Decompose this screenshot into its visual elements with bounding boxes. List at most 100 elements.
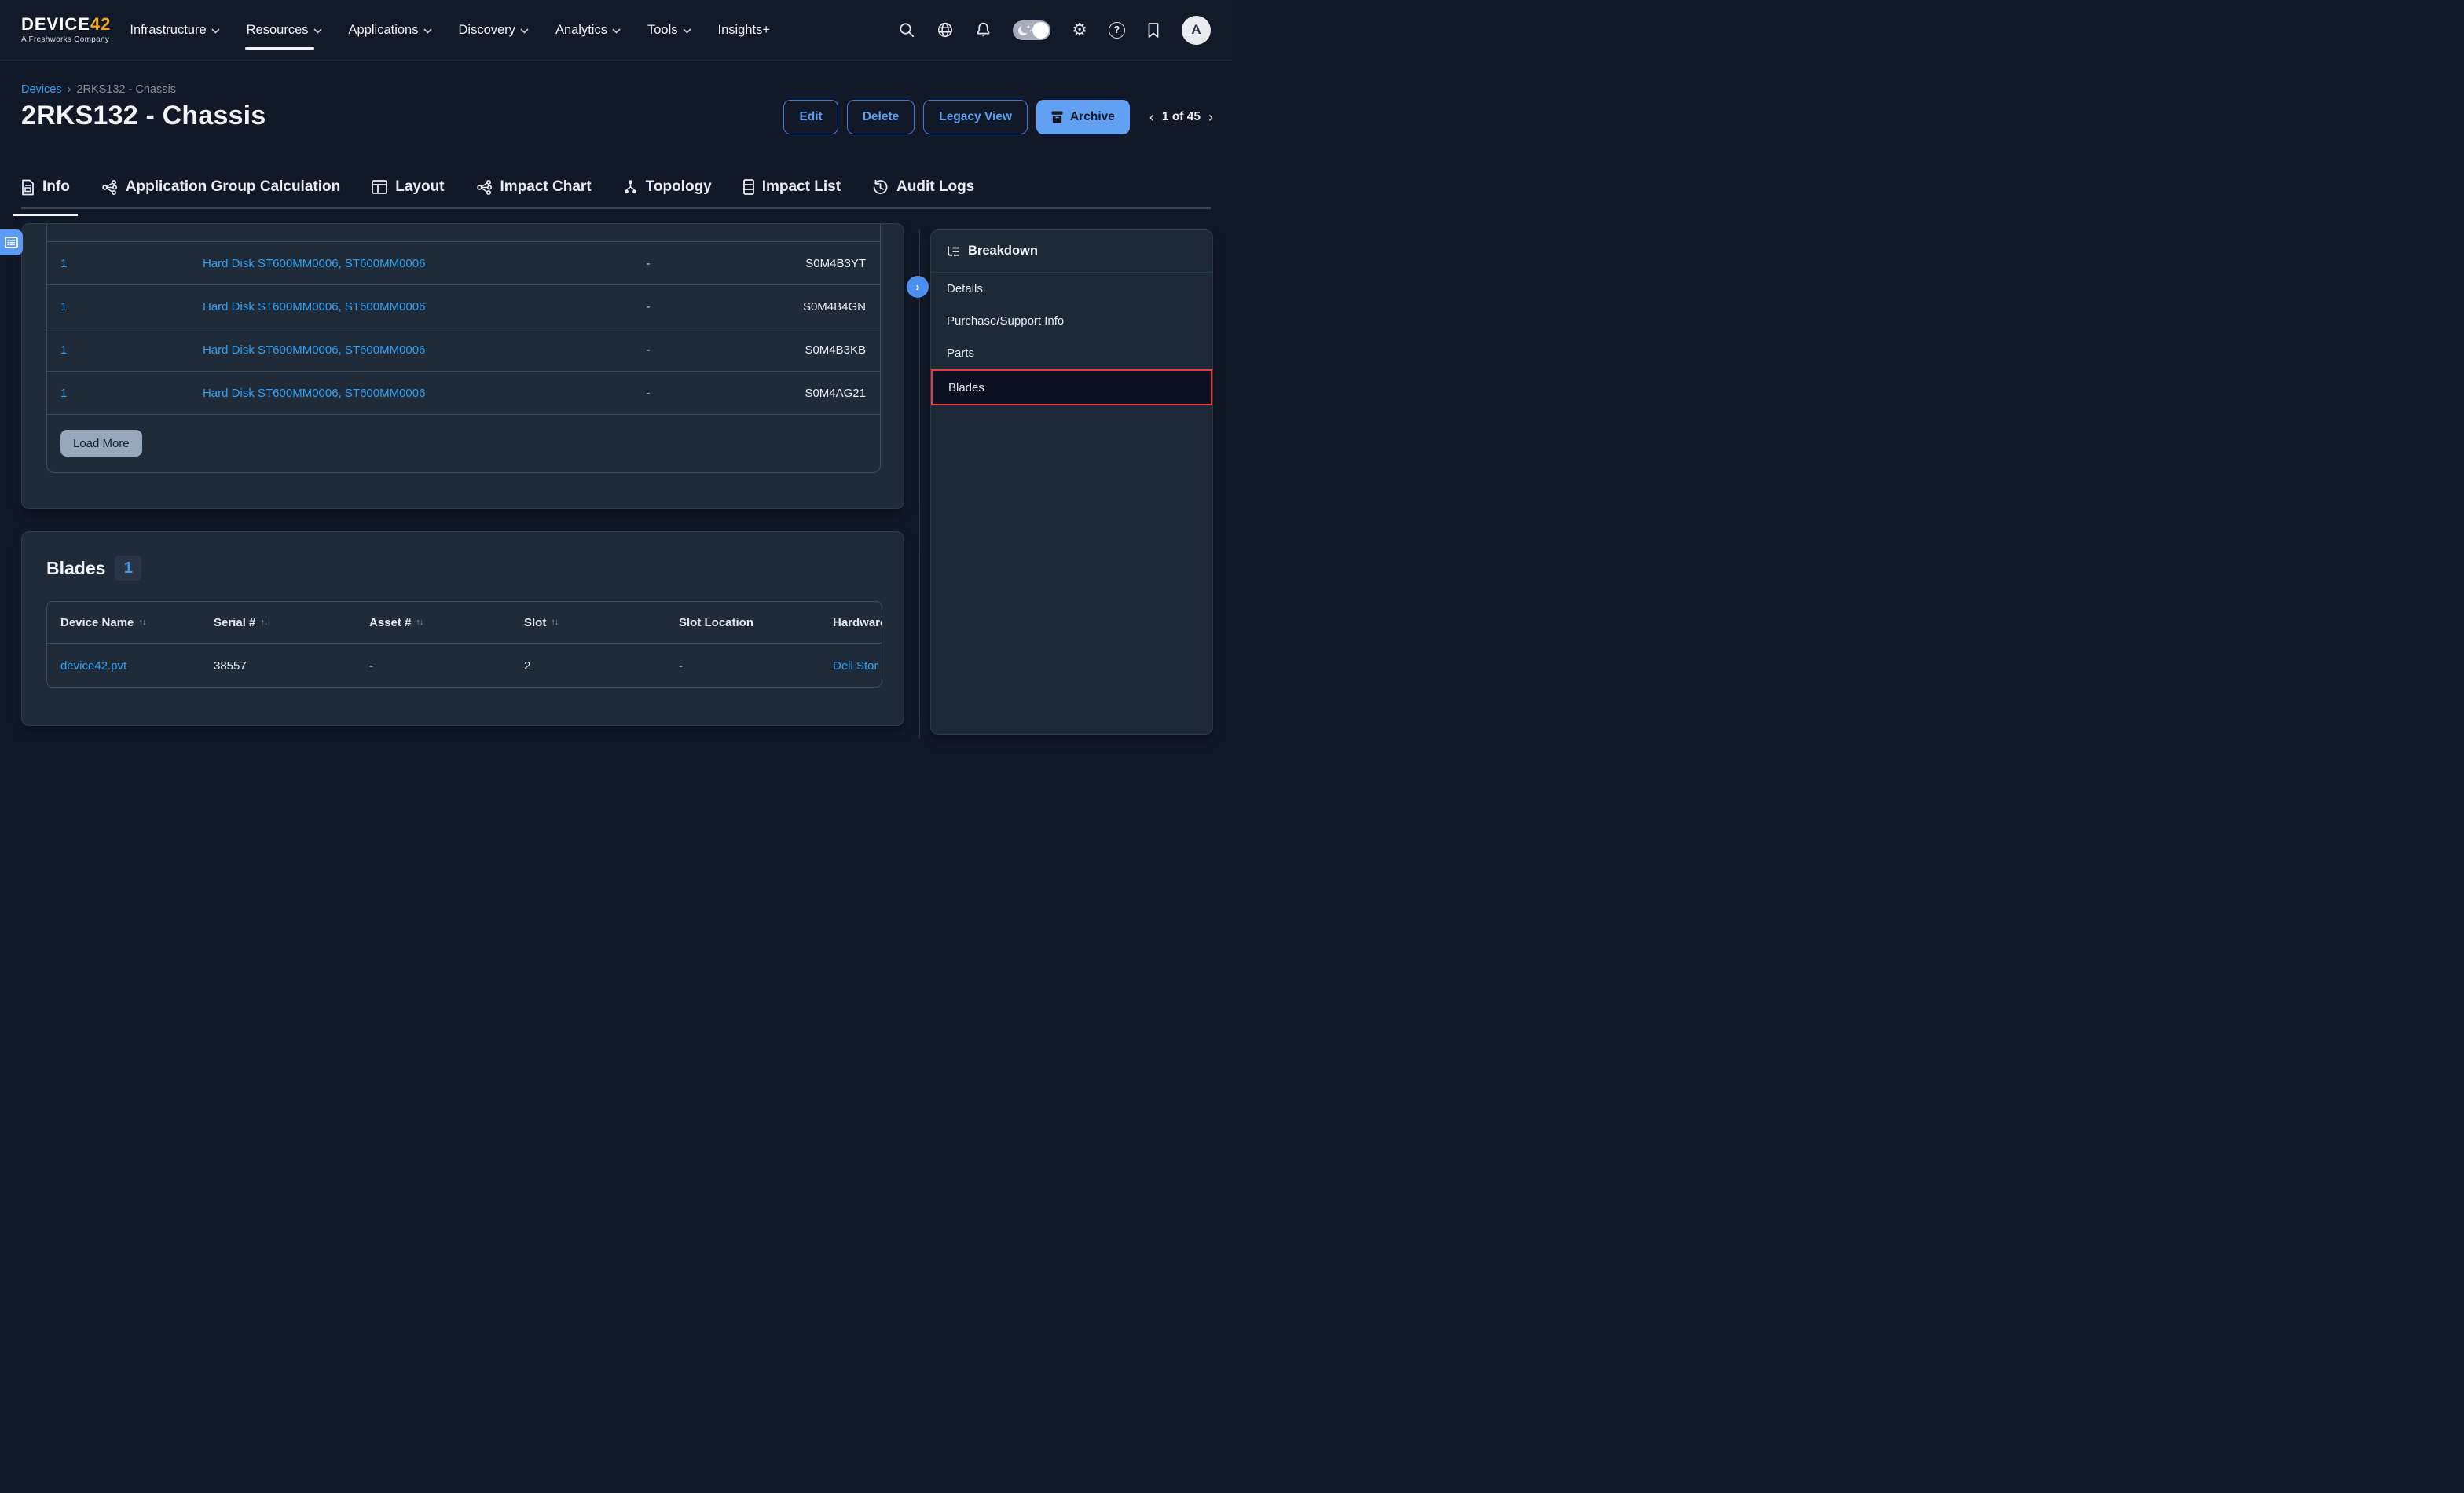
tab-application-group-calculation[interactable]: Application Group Calculation <box>101 165 340 209</box>
sidebar-expand-button[interactable]: › <box>907 276 929 298</box>
column-header-slot[interactable]: Slot ↑↓ <box>511 616 666 629</box>
nav-item-insights[interactable]: Insights+ <box>718 0 771 61</box>
nav-item-analytics[interactable]: Analytics <box>556 0 621 61</box>
blade-serial: 38557 <box>200 659 356 673</box>
device42-logo[interactable]: DEVICE42 A Freshworks Company <box>21 16 111 44</box>
edit-button[interactable]: Edit <box>783 100 838 134</box>
archive-button[interactable]: Archive <box>1036 100 1130 134</box>
blades-card: Blades 1 Device Name ↑↓ Serial # ↑↓ Asse… <box>21 531 904 726</box>
sort-icon[interactable]: ↑↓ <box>551 618 558 627</box>
toggle-knob <box>1032 22 1049 39</box>
column-header-hardware[interactable]: Hardware <box>820 616 882 629</box>
chevron-right-icon: › <box>916 281 920 294</box>
breadcrumb-current: 2RKS132 - Chassis <box>76 83 176 96</box>
user-avatar[interactable]: A <box>1182 16 1211 45</box>
part-col3: - <box>570 300 727 314</box>
blade-slot-location: - <box>666 659 820 673</box>
globe-icon[interactable] <box>937 21 954 39</box>
tab-impact-chart[interactable]: Impact Chart <box>476 165 592 209</box>
sidebar-item-parts[interactable]: Parts <box>931 337 1212 369</box>
tab-layout[interactable]: Layout <box>372 165 444 209</box>
blades-header: Blades 1 <box>46 556 141 581</box>
load-more-button[interactable]: Load More <box>60 430 142 457</box>
part-name-link[interactable]: Hard Disk ST600MM0006, ST600MM0006 <box>203 300 570 314</box>
part-name-link[interactable]: Hard Disk ST600MM0006, ST600MM0006 <box>203 387 570 400</box>
sort-icon[interactable]: ↑↓ <box>416 618 423 627</box>
nav-item-infrastructure[interactable]: Infrastructure <box>130 0 219 61</box>
tab-info[interactable]: Info <box>21 165 70 209</box>
detail-tabs: Info Application Group Calculation Layou… <box>21 165 974 209</box>
search-icon[interactable] <box>899 22 915 39</box>
help-icon[interactable]: ? <box>1109 22 1125 39</box>
part-serial: S0M4B4GN <box>727 300 880 314</box>
record-pager: ‹ 1 of 45 › <box>1150 110 1213 124</box>
blade-device-link[interactable]: device42.pvt <box>47 659 200 673</box>
chevron-down-icon <box>612 28 621 34</box>
breadcrumb-devices-link[interactable]: Devices <box>21 83 62 96</box>
legacy-view-button[interactable]: Legacy View <box>923 100 1028 134</box>
column-header-slot-location[interactable]: Slot Location <box>666 616 820 629</box>
table-row: 1 Hard Disk ST600MM0006, ST600MM0006 - S… <box>47 328 880 372</box>
blades-table: Device Name ↑↓ Serial # ↑↓ Asset # ↑↓ Sl… <box>46 601 882 688</box>
bell-icon[interactable] <box>975 21 992 39</box>
breakdown-header: Breakdown <box>931 230 1212 273</box>
part-qty-link[interactable]: 1 <box>47 300 203 314</box>
column-header-serial[interactable]: Serial # ↑↓ <box>200 616 356 629</box>
breadcrumb-separator: › <box>68 83 72 96</box>
gear-icon[interactable]: ⚙ <box>1072 21 1087 39</box>
tab-audit-logs[interactable]: Audit Logs <box>872 165 974 209</box>
parts-card: 1 Hard Disk ST600MM0006, ST600MM0006 - S… <box>21 223 904 509</box>
hub-icon <box>476 179 493 196</box>
sidebar-item-details[interactable]: Details <box>931 273 1212 305</box>
chevron-down-icon <box>211 28 220 34</box>
pager-next-icon[interactable]: › <box>1208 110 1213 124</box>
blades-title: Blades <box>46 558 105 579</box>
pager-prev-icon[interactable]: ‹ <box>1150 110 1154 124</box>
nav-item-resources[interactable]: Resources <box>247 0 322 61</box>
history-icon <box>872 179 889 196</box>
part-name-link[interactable]: Hard Disk ST600MM0006, ST600MM0006 <box>203 343 570 357</box>
part-qty-link[interactable]: 1 <box>47 343 203 357</box>
table-row: device42.pvt 38557 - 2 - Dell Stor <box>47 644 882 688</box>
sidebar-item-blades[interactable]: Blades <box>931 369 1212 405</box>
nav-item-discovery[interactable]: Discovery <box>459 0 529 61</box>
table-row: 1 Hard Disk ST600MM0006, ST600MM0006 - S… <box>47 372 880 415</box>
theme-toggle[interactable] <box>1013 20 1050 40</box>
delete-button[interactable]: Delete <box>847 100 915 134</box>
sort-icon[interactable]: ↑↓ <box>260 618 267 627</box>
column-header-asset[interactable]: Asset # ↑↓ <box>356 616 511 629</box>
pager-label: 1 of 45 <box>1162 110 1201 124</box>
page-actions: Edit Delete Legacy View Archive ‹ 1 of 4… <box>783 100 1213 134</box>
table-row: 1 Hard Disk ST600MM0006, ST600MM0006 - S… <box>47 285 880 328</box>
sidebar-item-purchase-support-info[interactable]: Purchase/Support Info <box>931 305 1212 337</box>
nav-item-tools[interactable]: Tools <box>647 0 691 61</box>
sort-icon[interactable]: ↑↓ <box>138 618 145 627</box>
blade-hardware-link[interactable]: Dell Stor <box>820 659 882 673</box>
chevron-down-icon <box>424 28 432 34</box>
part-col3: - <box>570 257 727 270</box>
part-col3: - <box>570 343 727 357</box>
nav-item-applications[interactable]: Applications <box>349 0 432 61</box>
content-nav-toggle-button[interactable] <box>0 229 23 255</box>
part-name-link[interactable]: Hard Disk ST600MM0006, ST600MM0006 <box>203 257 570 270</box>
column-header-device-name[interactable]: Device Name ↑↓ <box>47 616 200 629</box>
blade-asset: - <box>356 659 511 673</box>
tab-topology[interactable]: Topology <box>623 165 712 209</box>
breakdown-sidebar: Breakdown Details Purchase/Support Info … <box>930 229 1213 735</box>
logo-tagline: A Freshworks Company <box>21 36 111 44</box>
tabs-divider <box>21 207 1211 209</box>
tab-impact-list[interactable]: Impact List <box>743 165 841 209</box>
chevron-down-icon <box>314 28 322 34</box>
table-row: 1 Hard Disk ST600MM0006, ST600MM0006 - S… <box>47 242 880 285</box>
topology-icon <box>623 179 638 195</box>
logo-wordmark: DEVICE42 <box>21 16 111 33</box>
top-navbar: DEVICE42 A Freshworks Company Infrastruc… <box>0 0 1232 61</box>
part-qty-link[interactable]: 1 <box>47 257 203 270</box>
bookmark-icon[interactable] <box>1146 22 1160 39</box>
parts-table-clipped-row <box>47 224 880 242</box>
part-serial: S0M4B3YT <box>727 257 880 270</box>
document-icon <box>21 179 35 196</box>
archive-icon <box>1051 111 1063 123</box>
part-qty-link[interactable]: 1 <box>47 387 203 400</box>
content-sidebar-divider <box>919 229 920 739</box>
